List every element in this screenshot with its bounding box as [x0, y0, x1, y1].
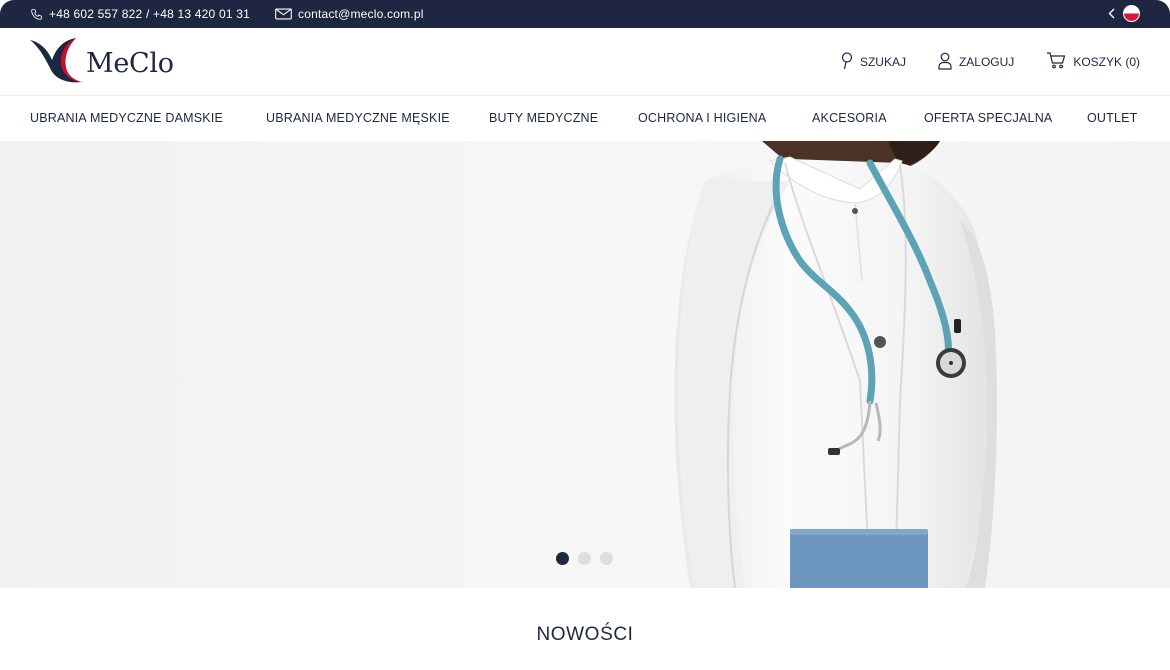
- nav-item-accessories[interactable]: AKCESORIA: [812, 96, 887, 141]
- nav-item-protection[interactable]: OCHRONA I HIGIENA: [638, 96, 766, 141]
- search-icon: [841, 51, 853, 73]
- nav-item-outlet[interactable]: OUTLET: [1087, 96, 1138, 141]
- user-icon: [938, 52, 952, 73]
- slider-dot-2[interactable]: [578, 552, 591, 565]
- phone-contact[interactable]: +48 602 557 822 / +48 13 420 01 31: [30, 0, 250, 28]
- slider-dot-3[interactable]: [600, 552, 613, 565]
- slider-dot-1[interactable]: [556, 552, 569, 565]
- cart-label[interactable]: KOSZYK (0): [1073, 55, 1140, 69]
- nav-item-women[interactable]: UBRANIA MEDYCZNE DAMSKIE: [30, 96, 223, 141]
- phone-numbers[interactable]: +48 602 557 822 / +48 13 420 01 31: [49, 7, 250, 21]
- new-products-title: NOWOŚCI: [536, 624, 634, 645]
- nav-item-special-offer[interactable]: OFERTA SPECJALNA: [924, 96, 1052, 141]
- logo-text[interactable]: MeClo: [86, 48, 174, 79]
- hero-image-doctor: [674, 141, 997, 588]
- logo[interactable]: MeClo: [30, 38, 174, 89]
- login-button[interactable]: ZALOGUJ: [938, 52, 1014, 73]
- language-switcher[interactable]: [1108, 5, 1140, 22]
- page: +48 602 557 822 / +48 13 420 01 31 conta…: [0, 0, 1170, 670]
- mail-icon: [275, 8, 292, 20]
- nav-item-men[interactable]: UBRANIA MEDYCZNE MĘSKIE: [266, 96, 450, 141]
- email-address[interactable]: contact@meclo.com.pl: [298, 7, 424, 21]
- cart-button[interactable]: KOSZYK (0): [1046, 52, 1140, 72]
- search-label[interactable]: SZUKAJ: [860, 55, 906, 69]
- login-label[interactable]: ZALOGUJ: [959, 55, 1014, 69]
- poland-flag-icon[interactable]: [1123, 5, 1140, 22]
- logo-mark-icon: [30, 38, 82, 89]
- search-button[interactable]: SZUKAJ: [841, 51, 906, 73]
- header-actions: SZUKAJ ZALOGUJ KOSZYK (0): [841, 28, 1140, 96]
- email-contact[interactable]: contact@meclo.com.pl: [275, 0, 424, 28]
- main-nav: UBRANIA MEDYCZNE DAMSKIE UBRANIA MEDYCZN…: [0, 96, 1170, 141]
- cart-icon: [1046, 52, 1066, 72]
- hero-slider[interactable]: [0, 141, 1170, 588]
- top-bar: +48 602 557 822 / +48 13 420 01 31 conta…: [0, 0, 1170, 28]
- slider-dots: [556, 552, 613, 565]
- header: MeClo SZUKAJ ZALOGUJ KOSZYK (0): [0, 28, 1170, 96]
- phone-icon: [30, 8, 43, 21]
- chevron-left-icon[interactable]: [1108, 8, 1115, 19]
- nav-item-shoes[interactable]: BUTY MEDYCZNE: [489, 96, 598, 141]
